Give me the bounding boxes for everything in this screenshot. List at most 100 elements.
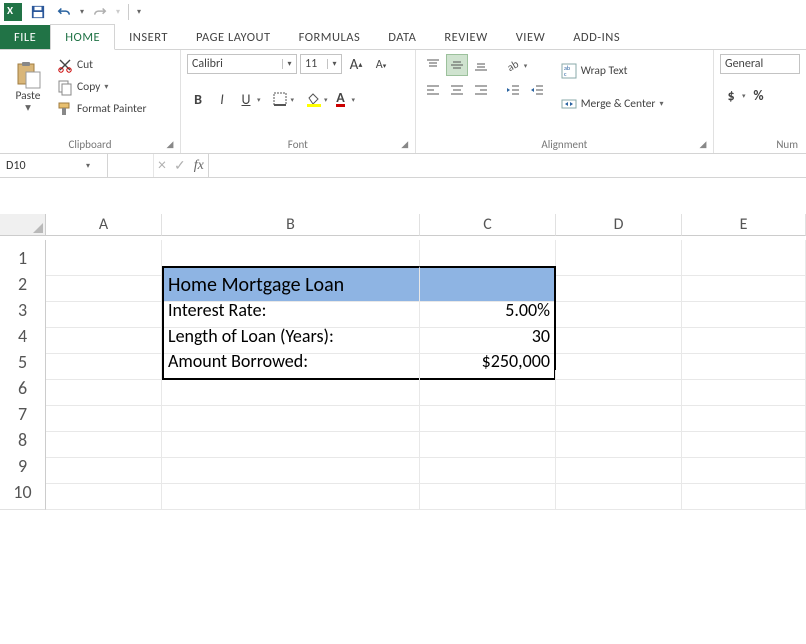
font-size-value: 11 xyxy=(301,57,321,71)
redo-button[interactable] xyxy=(90,2,110,22)
col-header-C[interactable]: C xyxy=(420,214,556,236)
paintbrush-icon xyxy=(57,101,73,117)
bold-button[interactable]: B xyxy=(187,88,209,110)
alignment-launcher[interactable]: ◢ xyxy=(697,139,709,151)
name-box-input[interactable] xyxy=(0,159,80,173)
font-color-button[interactable]: A xyxy=(330,88,352,110)
cell-E10[interactable] xyxy=(682,474,806,510)
font-name-select[interactable]: Calibri▾ xyxy=(187,54,297,74)
select-all-corner[interactable] xyxy=(0,214,46,236)
format-painter-button[interactable]: Format Painter xyxy=(54,100,149,118)
col-header-B[interactable]: B xyxy=(162,214,420,236)
redo-dropdown[interactable]: ▾ xyxy=(116,7,120,17)
undo-button[interactable] xyxy=(54,2,74,22)
name-box[interactable]: ▾ xyxy=(0,154,108,177)
clipboard-launcher[interactable]: ◢ xyxy=(164,139,176,151)
qat-separator xyxy=(128,4,129,20)
decrease-font-button[interactable]: A▾ xyxy=(370,54,392,76)
quick-access-toolbar: ▾ ▾ ▾ xyxy=(0,0,806,24)
col-header-E[interactable]: E xyxy=(682,214,806,236)
percent-button[interactable]: % xyxy=(748,84,770,106)
merge-dropdown-icon: ▾ xyxy=(659,99,663,109)
tab-data[interactable]: DATA xyxy=(374,25,430,49)
wrap-icon: abc xyxy=(561,63,577,79)
paste-icon xyxy=(14,60,42,88)
number-format-select[interactable]: General xyxy=(720,54,800,74)
name-box-dropdown[interactable]: ▾ xyxy=(80,161,96,171)
copy-button[interactable]: Copy ▾ xyxy=(54,78,149,96)
ribbon-tabs: FILE HOME INSERT PAGE LAYOUT FORMULAS DA… xyxy=(0,24,806,50)
cell-B10[interactable] xyxy=(162,474,420,510)
borders-dropdown[interactable]: ▾ xyxy=(291,95,295,104)
merge-center-button[interactable]: Merge & Center ▾ xyxy=(558,95,667,113)
tab-addins[interactable]: ADD-INS xyxy=(559,25,634,49)
copy-label: Copy xyxy=(77,80,100,94)
undo-dropdown[interactable]: ▾ xyxy=(80,7,84,17)
cut-button[interactable]: Cut xyxy=(54,56,149,74)
font-color-dropdown[interactable]: ▾ xyxy=(352,95,356,104)
fill-color-button[interactable] xyxy=(302,88,324,110)
tab-home[interactable]: HOME xyxy=(50,24,115,50)
qat-customize[interactable]: ▾ xyxy=(137,7,141,17)
number-format-value: General xyxy=(721,57,767,71)
align-top-icon xyxy=(425,57,441,73)
font-size-select[interactable]: 11 ▾ xyxy=(300,54,342,74)
dollar-icon: $ xyxy=(727,87,734,104)
indent-icon xyxy=(529,82,545,98)
increase-indent-button[interactable] xyxy=(526,79,548,101)
align-middle-icon xyxy=(449,57,465,73)
tab-review[interactable]: REVIEW xyxy=(430,25,501,49)
align-right-button[interactable] xyxy=(470,79,492,101)
cancel-icon[interactable]: × xyxy=(158,156,166,175)
decrease-indent-button[interactable] xyxy=(502,79,524,101)
tab-view[interactable]: VIEW xyxy=(502,25,559,49)
ribbon: Paste ▾ Cut Copy ▾ Format Painter C xyxy=(0,50,806,154)
bucket-icon xyxy=(305,91,321,107)
currency-dropdown[interactable]: ▾ xyxy=(742,91,746,100)
italic-button[interactable]: I xyxy=(211,88,233,110)
formula-bar: ▾ × ✓ fx xyxy=(0,154,806,178)
scissors-icon xyxy=(57,57,73,73)
number-group-label: Num xyxy=(776,138,798,151)
group-alignment: ab▾ abc Wrap Text Merge & xyxy=(416,50,714,153)
increase-font-button[interactable]: A▴ xyxy=(345,54,367,76)
save-button[interactable] xyxy=(28,2,48,22)
tab-formulas[interactable]: FORMULAS xyxy=(285,25,375,49)
align-bottom-button[interactable] xyxy=(470,54,492,76)
orientation-button[interactable]: ab xyxy=(502,54,524,76)
worksheet-grid[interactable]: A B C D E 1 2 Home Mortgage Loan 3 Inter… xyxy=(0,214,806,500)
tab-insert[interactable]: INSERT xyxy=(115,25,182,49)
fill-dropdown[interactable]: ▾ xyxy=(324,95,328,104)
align-top-button[interactable] xyxy=(422,54,444,76)
align-left-button[interactable] xyxy=(422,79,444,101)
font-color-icon: A xyxy=(336,92,344,107)
col-header-D[interactable]: D xyxy=(556,214,682,236)
enter-icon[interactable]: ✓ xyxy=(174,157,186,174)
align-left-icon xyxy=(425,82,441,98)
underline-button[interactable]: U xyxy=(235,88,257,110)
tab-file[interactable]: FILE xyxy=(0,25,50,49)
paste-button[interactable]: Paste ▾ xyxy=(6,54,50,120)
col-header-A[interactable]: A xyxy=(46,214,162,236)
wrap-text-button[interactable]: abc Wrap Text xyxy=(558,62,667,80)
font-launcher[interactable]: ◢ xyxy=(399,139,411,151)
orientation-dropdown[interactable]: ▾ xyxy=(524,61,528,70)
group-clipboard: Paste ▾ Cut Copy ▾ Format Painter C xyxy=(0,50,181,153)
align-center-button[interactable] xyxy=(446,79,468,101)
underline-dropdown[interactable]: ▾ xyxy=(257,95,261,104)
fx-icon[interactable]: fx xyxy=(194,158,204,174)
paste-dropdown-icon: ▾ xyxy=(25,102,31,114)
chevron-down-icon: ▾ xyxy=(327,59,341,69)
currency-button[interactable]: $ xyxy=(720,84,742,106)
spacer xyxy=(0,178,806,214)
cell-C10[interactable] xyxy=(420,474,556,510)
row-header-10[interactable]: 10 xyxy=(0,474,46,510)
percent-icon: % xyxy=(753,87,763,104)
borders-button[interactable] xyxy=(269,88,291,110)
cell-D10[interactable] xyxy=(556,474,682,510)
tab-page-layout[interactable]: PAGE LAYOUT xyxy=(182,25,285,49)
merge-label: Merge & Center xyxy=(581,97,656,111)
align-middle-button[interactable] xyxy=(446,54,468,76)
formula-input[interactable] xyxy=(209,154,806,177)
cell-A10[interactable] xyxy=(46,474,162,510)
